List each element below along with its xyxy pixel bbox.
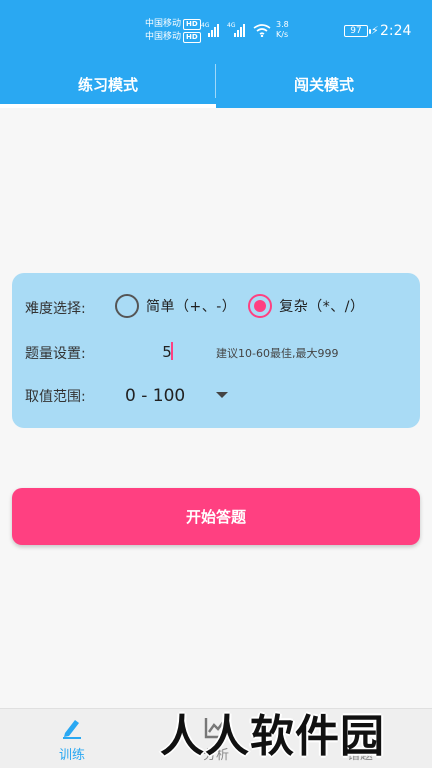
chart-icon [204,718,227,739]
hd-badge-2: HD [183,32,201,43]
settings-card: 难度选择: 简单（+、-） 复杂（*、/） 题量设置: 建议10-60最佳,最大… [12,273,420,428]
nav-label-training: 训练 [58,748,85,763]
bottom-nav: 训练 分析 错题 [0,708,432,768]
tab-practice-mode[interactable]: 练习模式 [0,60,216,108]
nav-item-analysis[interactable]: 分析 [144,709,288,768]
radio-complex-label: 复杂（*、/） [279,299,365,315]
net-speed-value: 3.8 [276,20,289,29]
carrier-name-1: 中国移动 [145,19,182,29]
nav-item-training[interactable]: 训练 [0,709,144,768]
mistakes-icon [351,718,369,729]
hd-badge-1: HD [183,19,201,30]
radio-simple-indicator[interactable] [115,294,139,318]
difficulty-label: 难度选择: [25,301,86,317]
dropdown-caret-icon [216,392,228,398]
difficulty-radio-group: 简单（+、-） 复杂（*、/） [115,294,377,318]
carrier-name-2: 中国移动 [145,32,182,42]
start-answering-button[interactable]: 开始答题 [12,488,420,545]
pencil-icon [63,720,81,739]
range-label: 取值范围: [25,389,86,405]
tab-challenge-mode[interactable]: 闯关模式 [216,60,432,108]
radio-simple[interactable]: 简单（+、-） [115,294,236,318]
carrier-info: 中国移动 HD 中国移动 HD [145,18,201,44]
battery-icon: 97 [344,25,371,37]
signal-icon-2 [234,24,245,37]
status-time: 2:24 [380,23,412,39]
radio-complex[interactable]: 复杂（*、/） [248,294,364,318]
quantity-label: 题量设置: [25,346,86,362]
nav-label-mistakes: 错题 [346,748,373,763]
tab-divider [215,64,216,98]
battery-level: 97 [350,26,362,36]
range-select[interactable]: 0 - 100 [125,383,245,409]
mode-tabs: 练习模式 闯关模式 [0,60,432,108]
net-speed-unit: K/s [276,30,289,39]
nav-label-analysis: 分析 [202,748,229,763]
status-bar: 中国移动 HD 中国移动 HD 4G 4G 3.8 K/s 97 ⚡ 2:24 [0,0,432,60]
radio-simple-label: 简单（+、-） [146,299,237,315]
text-cursor [171,342,173,360]
tab-challenge-label: 闯关模式 [293,75,354,94]
nav-item-mistakes[interactable]: 错题 [288,709,432,768]
range-value: 0 - 100 [125,386,186,406]
signal-icon [208,24,219,37]
charging-icon: ⚡ [371,24,379,37]
wifi-icon [253,24,271,37]
radio-complex-indicator[interactable] [248,294,273,318]
quantity-input[interactable] [122,339,212,365]
tab-practice-label: 练习模式 [77,75,138,94]
quantity-hint: 建议10-60最佳,最大999 [216,347,339,360]
net-speed: 3.8 K/s [276,20,289,40]
